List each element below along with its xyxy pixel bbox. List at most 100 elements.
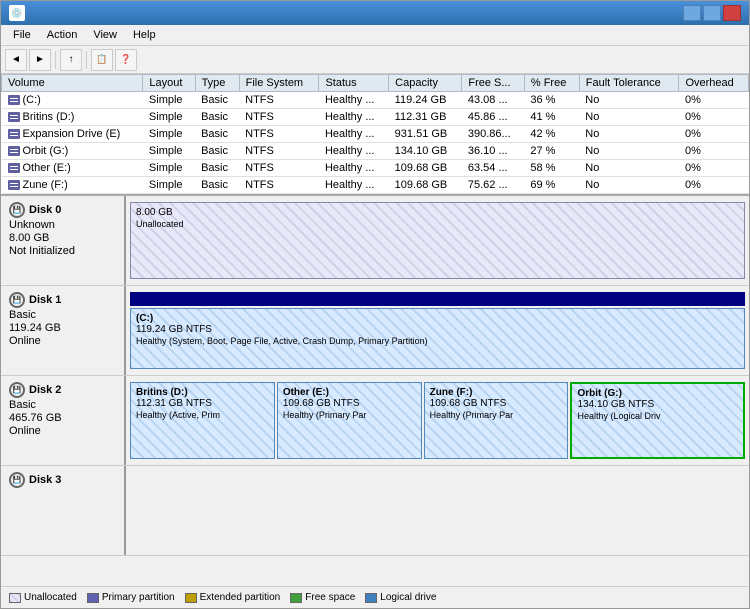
disk-icon: 💾 [9,202,25,218]
disk-info-3: 💾 Disk 3 [1,466,126,555]
disk-area[interactable]: 💾 Disk 0 Unknown 8.00 GB Not Initialized… [1,196,749,608]
legend-label: Free space [305,592,355,603]
disk-partitions-0: 8.00 GB Unallocated [126,196,749,285]
col-layout: Layout [143,75,195,92]
cell-fs: NTFS [239,177,319,194]
menu-view[interactable]: View [85,27,125,43]
cell-capacity: 109.68 GB [389,160,462,177]
toolbar-sep-1 [55,51,56,69]
disk-info-0: 💾 Disk 0 Unknown 8.00 GB Not Initialized [1,196,126,285]
cell-overhead: 0% [679,160,749,177]
disk-size: 119.24 GB [9,322,116,334]
disk-partitions-2: Britins (D:) 112.31 GB NTFS Healthy (Act… [126,376,749,465]
volume-table: Volume Layout Type File System Status Ca… [1,74,749,194]
disk-type: Unknown [9,219,116,231]
menu-help[interactable]: Help [125,27,164,43]
partition-label: Orbit (G:) [577,388,738,399]
legend-color-box [185,593,197,603]
disk-panel-0: 💾 Disk 0 Unknown 8.00 GB Not Initialized… [1,196,749,286]
col-overhead: Overhead [679,75,749,92]
table-row[interactable]: Expansion Drive (E) Simple Basic NTFS He… [2,126,749,143]
partition-status: Healthy (Active, Prim [136,410,269,420]
menu-file[interactable]: File [5,27,39,43]
cell-status: Healthy ... [319,143,389,160]
disk-id: Disk 2 [29,384,61,396]
cell-capacity: 112.31 GB [389,109,462,126]
legend-item: Free space [290,592,355,603]
partition-block[interactable]: (C:) 119.24 GB NTFS Healthy (System, Boo… [130,308,745,369]
table-row[interactable]: (C:) Simple Basic NTFS Healthy ... 119.2… [2,92,749,109]
cell-overhead: 0% [679,126,749,143]
cell-free: 36.10 ... [462,143,525,160]
partition-label: Other (E:) [283,387,416,398]
disk-icon: 💾 [9,472,25,488]
disk-size: 8.00 GB [9,232,116,244]
partition-block[interactable]: Zune (F:) 109.68 GB NTFS Healthy (Primar… [424,382,569,459]
partition-status: Healthy (System, Boot, Page File, Active… [136,336,739,346]
menu-action[interactable]: Action [39,27,86,43]
back-button[interactable]: ◄ [5,49,27,71]
up-button[interactable]: ↑ [60,49,82,71]
table-row[interactable]: Zune (F:) Simple Basic NTFS Healthy ... … [2,177,749,194]
disk-info-1: 💾 Disk 1 Basic 119.24 GB Online [1,286,126,375]
disk-name: 💾 Disk 1 [9,292,116,308]
table-row[interactable]: Orbit (G:) Simple Basic NTFS Healthy ...… [2,143,749,160]
properties-button[interactable]: 📋 [91,49,113,71]
partition-size: 8.00 GB [136,207,739,218]
cell-volume: Other (E:) [2,160,143,177]
partition-block[interactable]: Orbit (G:) 134.10 GB NTFS Healthy (Logic… [570,382,745,459]
disk-id: Disk 0 [29,204,61,216]
legend-color-box [87,593,99,603]
cell-overhead: 0% [679,92,749,109]
disk-status: Not Initialized [9,245,116,257]
partition-block[interactable]: Britins (D:) 112.31 GB NTFS Healthy (Act… [130,382,275,459]
volume-table-container[interactable]: Volume Layout Type File System Status Ca… [1,74,749,196]
maximize-button[interactable] [703,5,721,21]
disk-size: 465.76 GB [9,412,116,424]
table-row[interactable]: Britins (D:) Simple Basic NTFS Healthy .… [2,109,749,126]
partition-size: 109.68 GB NTFS [430,398,563,409]
close-button[interactable] [723,5,741,21]
cell-overhead: 0% [679,109,749,126]
cell-fs: NTFS [239,160,319,177]
app-icon: 💿 [9,5,25,21]
cell-fault: No [579,143,679,160]
legend-bar: Unallocated Primary partition Extended par… [1,586,749,608]
col-type: Type [195,75,239,92]
minimize-button[interactable] [683,5,701,21]
legend-label: Unallocated [24,592,77,603]
cell-capacity: 119.24 GB [389,92,462,109]
cell-layout: Simple [143,92,195,109]
legend-color-box [290,593,302,603]
disk-status: Online [9,425,116,437]
toolbar-sep-2 [86,51,87,69]
partition-size: 119.24 GB NTFS [136,324,739,335]
cell-free: 43.08 ... [462,92,525,109]
cell-volume: (C:) [2,92,143,109]
cell-status: Healthy ... [319,126,389,143]
legend-label: Primary partition [102,592,175,603]
col-fault: Fault Tolerance [579,75,679,92]
partition-block[interactable]: 8.00 GB Unallocated [130,202,745,279]
cell-capacity: 109.68 GB [389,177,462,194]
cell-layout: Simple [143,126,195,143]
partition-label: Zune (F:) [430,387,563,398]
cell-fault: No [579,126,679,143]
cell-type: Basic [195,160,239,177]
cell-layout: Simple [143,143,195,160]
table-row[interactable]: Other (E:) Simple Basic NTFS Healthy ...… [2,160,749,177]
toolbar: ◄ ► ↑ 📋 ❓ [1,46,749,74]
disk-panel-3: 💾 Disk 3 [1,466,749,556]
legend-item: Primary partition [87,592,175,603]
cell-fs: NTFS [239,92,319,109]
partition-block[interactable]: Other (E:) 109.68 GB NTFS Healthy (Prima… [277,382,422,459]
col-volume: Volume [2,75,143,92]
forward-button[interactable]: ► [29,49,51,71]
partition-size: 112.31 GB NTFS [136,398,269,409]
legend-label: Extended partition [200,592,281,603]
help-button[interactable]: ❓ [115,49,137,71]
partition-size: 109.68 GB NTFS [283,398,416,409]
cell-pct: 27 % [524,143,579,160]
cell-pct: 36 % [524,92,579,109]
table-header: Volume Layout Type File System Status Ca… [2,75,749,92]
